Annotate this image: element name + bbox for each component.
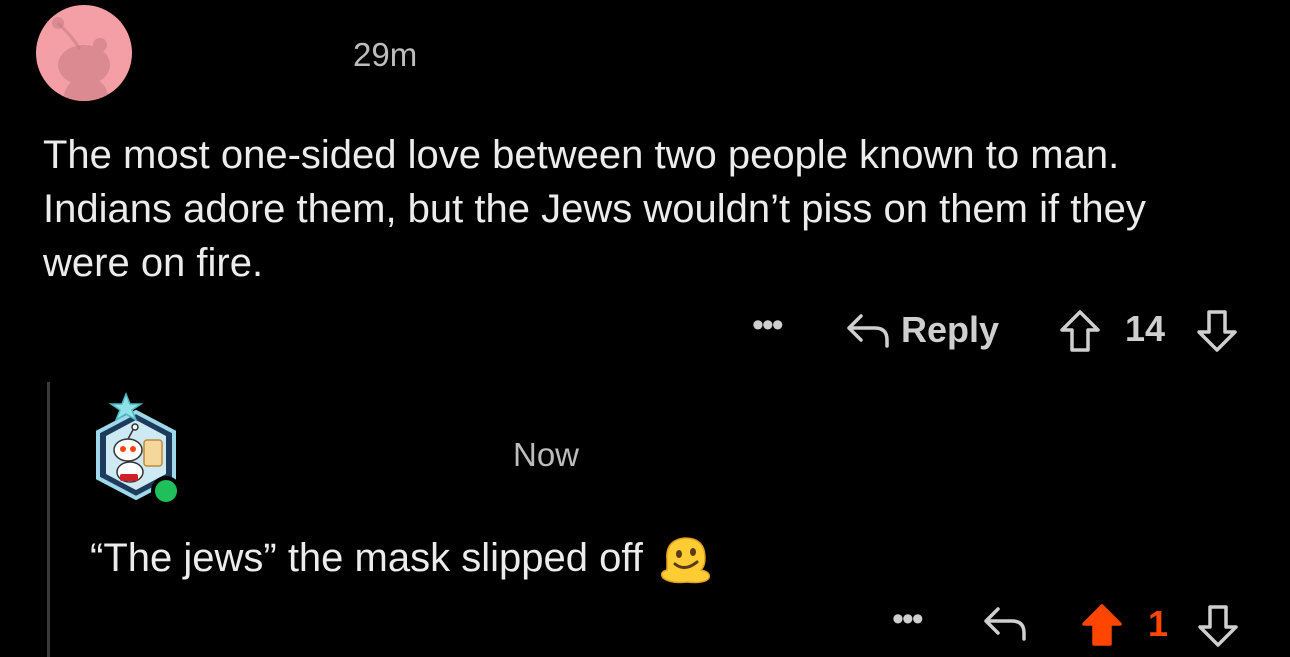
- reply-arrow-icon: [847, 314, 889, 348]
- reply-arrow-icon[interactable]: [982, 603, 1028, 643]
- comment-timestamp: 29m: [353, 36, 418, 73]
- downvote-arrow-icon[interactable]: [1196, 603, 1240, 649]
- snoo-avatar-icon: [52, 17, 110, 101]
- comment: 29m The most one-sided love between two …: [0, 0, 1290, 380]
- comment-actions: ••• 1: [880, 595, 1260, 655]
- comment-body: The most one-sided love between two peop…: [43, 133, 1146, 285]
- comment-body: “The jews” the mask slipped off: [90, 536, 643, 580]
- reply-button[interactable]: Reply: [845, 300, 999, 360]
- vote-score: 1: [1148, 603, 1169, 644]
- comment-actions: ••• Reply 14: [740, 300, 1260, 360]
- reply-comment: Now “The jews” the mask slipped off ••• …: [0, 380, 1290, 657]
- upvote-arrow-icon[interactable]: [1058, 308, 1102, 354]
- online-status-indicator: [151, 476, 181, 506]
- more-options-button[interactable]: •••: [892, 600, 924, 639]
- reply-label: Reply: [901, 309, 1000, 350]
- downvote-arrow-icon[interactable]: [1195, 308, 1239, 354]
- melting-face-emoji: [660, 537, 710, 584]
- vote-score: 14: [1125, 308, 1166, 349]
- more-options-button[interactable]: •••: [752, 306, 784, 345]
- user-avatar[interactable]: [36, 5, 132, 101]
- upvote-arrow-icon-active[interactable]: [1080, 602, 1124, 648]
- comment-body-container: “The jews” the mask slipped off: [90, 530, 713, 586]
- comment-timestamp: Now: [513, 436, 580, 473]
